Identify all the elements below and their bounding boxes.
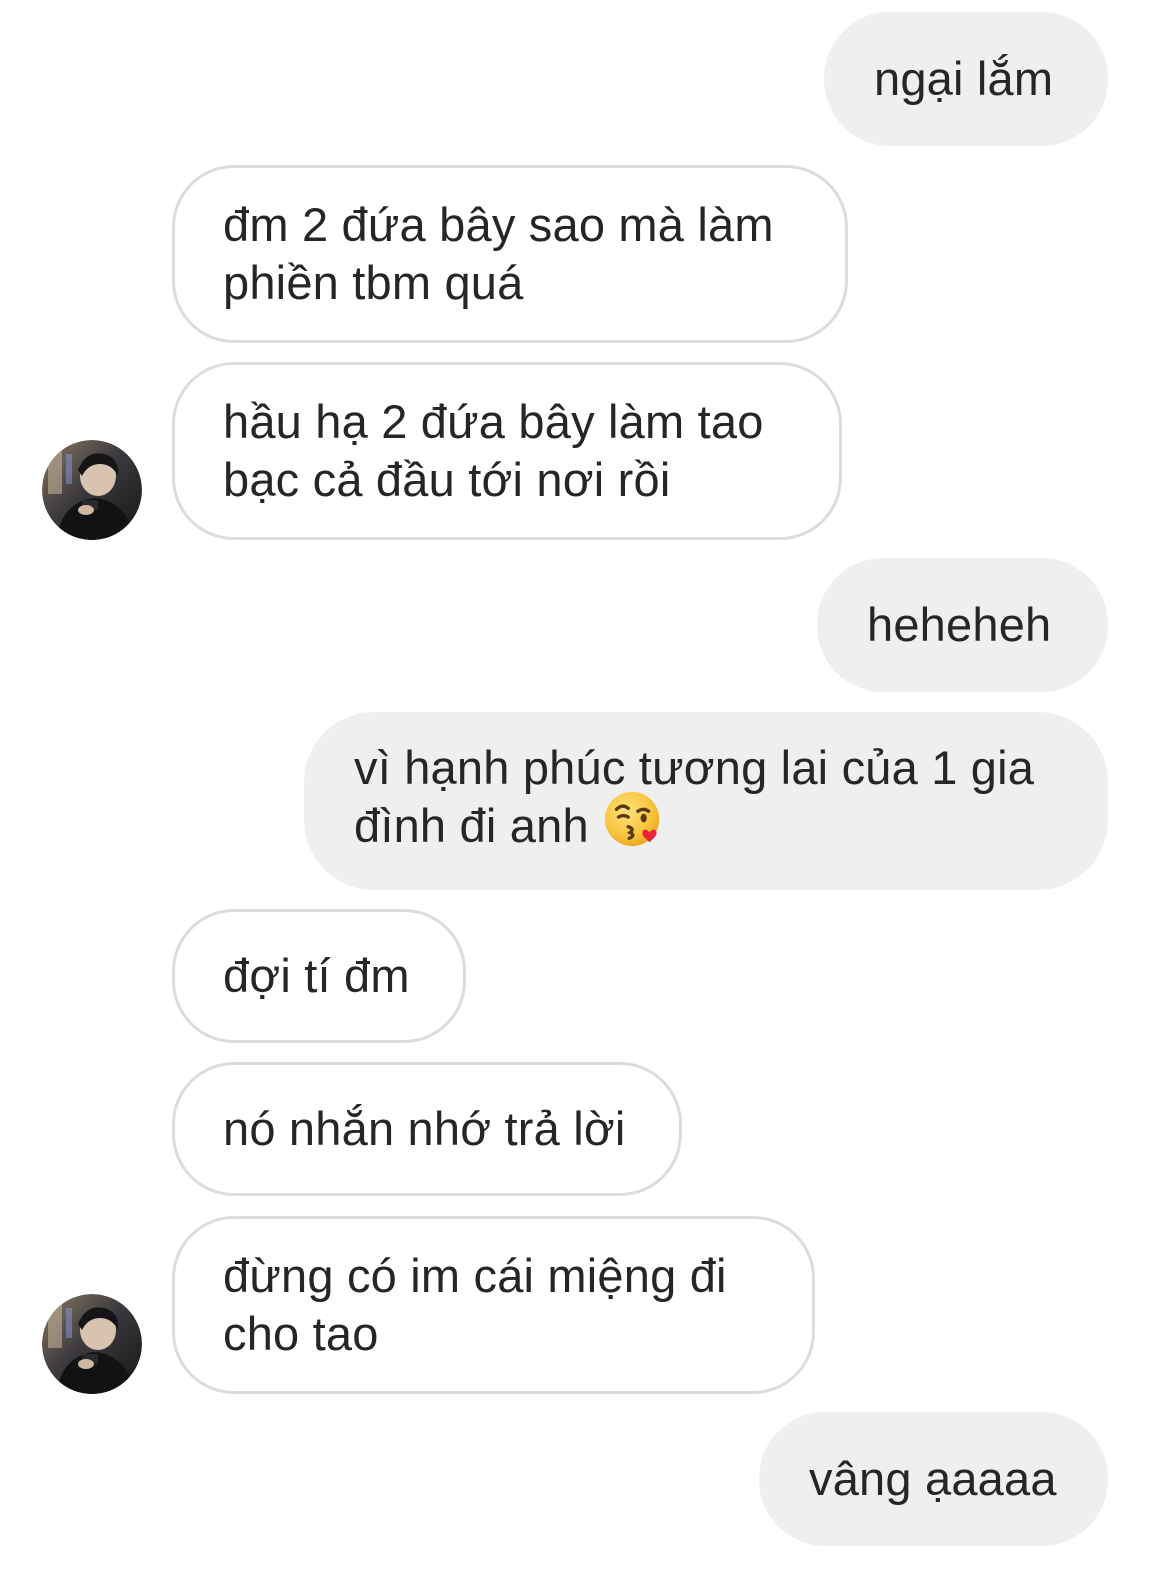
incoming-message-bubble[interactable]: nó nhắn nhớ trả lời	[172, 1062, 682, 1196]
message-line: đình đi anh	[354, 791, 1034, 862]
contact-avatar[interactable]	[42, 440, 142, 540]
incoming-message-bubble[interactable]: đợi tí đm	[172, 909, 466, 1043]
message-line: cho tao	[223, 1307, 379, 1360]
outgoing-message-bubble[interactable]: ngại lắm	[824, 12, 1108, 146]
message-line: đm 2 đứa bây sao mà làm	[223, 198, 774, 251]
message-text: vì hạnh phúc tương lai của 1 gia đình đi…	[354, 739, 1034, 862]
message-line: phiền tbm quá	[223, 256, 524, 309]
message-text: vâng ạaaaa	[809, 1452, 1057, 1505]
incoming-message-bubble[interactable]: đừng có im cái miệng đi cho tao	[172, 1216, 815, 1394]
message-text: đm 2 đứa bây sao mà làm phiền tbm quá	[223, 196, 774, 312]
message-line: bạc cả đầu tới nơi rồi	[223, 453, 671, 506]
outgoing-message-bubble[interactable]: vì hạnh phúc tương lai của 1 gia đình đi…	[304, 712, 1108, 890]
contact-avatar[interactable]	[42, 1294, 142, 1394]
incoming-message-bubble[interactable]: hầu hạ 2 đứa bây làm tao bạc cả đầu tới …	[172, 362, 842, 540]
chat-thread: ngại lắm đm 2 đứa bây sao mà làm phiền t…	[0, 0, 1170, 1592]
message-text: heheheh	[867, 598, 1052, 651]
message-line: đừng có im cái miệng đi	[223, 1249, 727, 1302]
message-line-text: đình đi anh	[354, 799, 589, 853]
avatar-photo-icon	[42, 440, 142, 540]
message-text: hầu hạ 2 đứa bây làm tao bạc cả đầu tới …	[223, 393, 764, 509]
message-text: ngại lắm	[874, 52, 1054, 105]
message-line: hầu hạ 2 đứa bây làm tao	[223, 395, 764, 448]
incoming-message-bubble[interactable]: đm 2 đứa bây sao mà làm phiền tbm quá	[172, 165, 848, 343]
message-text: nó nhắn nhớ trả lời	[223, 1102, 626, 1155]
message-text: đợi tí đm	[223, 949, 410, 1002]
outgoing-message-bubble[interactable]: heheheh	[817, 558, 1108, 692]
message-text: đừng có im cái miệng đi cho tao	[223, 1247, 727, 1363]
outgoing-message-bubble[interactable]: vâng ạaaaa	[759, 1412, 1108, 1546]
message-line: vì hạnh phúc tương lai của 1 gia	[354, 741, 1035, 795]
face-blowing-kiss-icon	[603, 788, 665, 863]
avatar-photo-icon	[42, 1294, 142, 1394]
